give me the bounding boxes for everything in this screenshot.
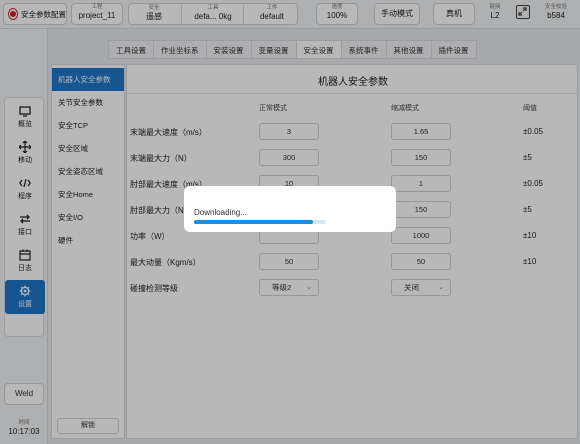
- download-dialog: Downloading...: [184, 186, 396, 232]
- download-progress-track: [194, 220, 326, 224]
- download-status-text: Downloading...: [194, 208, 247, 217]
- download-progress-fill: [194, 220, 313, 224]
- modal-overlay: Downloading...: [0, 0, 580, 444]
